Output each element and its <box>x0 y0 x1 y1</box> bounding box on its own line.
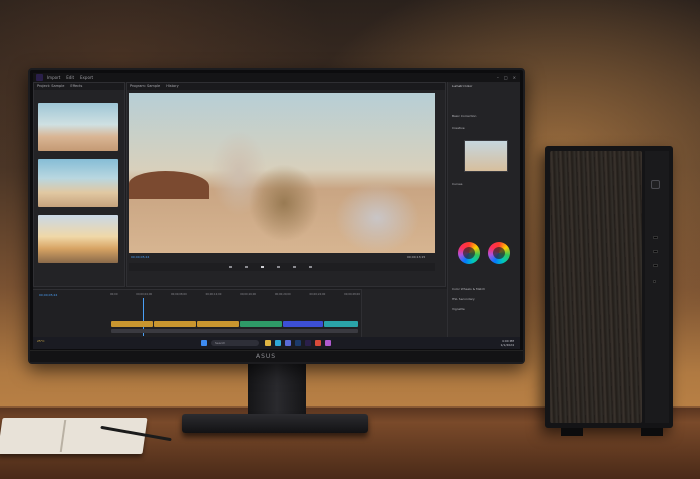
menu-item-import[interactable]: Import <box>47 75 60 80</box>
app-menu: Import Edit Export <box>47 75 93 80</box>
tab-project[interactable]: Project: Sample <box>37 84 64 89</box>
lumetri-row-vignette[interactable]: Vignette <box>452 307 465 311</box>
ruler-tick: 00;00;16;00 <box>240 293 257 296</box>
tab-history[interactable]: History <box>166 84 178 89</box>
timeline-clip-2[interactable] <box>154 321 196 327</box>
windows-taskbar: 25°C Search 4:00 PM 1/1/2024 <box>33 337 520 349</box>
timeline-audio-track[interactable] <box>111 329 358 333</box>
project-panel: Project: Sample Effects <box>33 82 125 287</box>
play-icon[interactable] <box>261 266 264 268</box>
store-icon[interactable] <box>285 340 291 346</box>
maximize-icon[interactable]: □ <box>504 75 508 80</box>
weather-widget[interactable]: 25°C <box>37 339 44 343</box>
lumetri-scopes-panel <box>361 289 447 337</box>
program-monitor-panel: Program: Sample History 00;00;05;24 00;0… <box>126 82 446 287</box>
monitor-stand-neck <box>248 364 306 418</box>
tower-foot-right <box>641 428 663 436</box>
file-explorer-icon[interactable] <box>265 340 271 346</box>
chrome-icon[interactable] <box>315 340 321 346</box>
minimize-icon[interactable]: – <box>497 75 499 80</box>
mark-out-icon[interactable] <box>293 266 296 268</box>
start-icon[interactable] <box>201 340 207 346</box>
timeline-clip-1[interactable] <box>111 321 153 327</box>
photoshop-icon[interactable] <box>295 340 301 346</box>
video-hill <box>129 171 209 199</box>
lumetri-color-panel: Lumetri Color Basic Correction Creative … <box>447 82 520 337</box>
creative-look-preview <box>464 140 508 172</box>
lumetri-row-curves[interactable]: Curves <box>452 182 462 186</box>
monitor-chin: ASUS <box>30 350 523 362</box>
ruler-tick: 00;00;08;00 <box>170 293 187 296</box>
desktop-tower <box>545 146 673 428</box>
timeline-timecode: 00;00;05;24 <box>39 293 58 297</box>
premiere-icon[interactable] <box>305 340 311 346</box>
taskbar-clock[interactable]: 4:00 PM 1/1/2024 <box>501 339 514 347</box>
close-icon[interactable]: × <box>513 75 516 80</box>
asus-logo: ASUS <box>256 353 277 360</box>
clip-thumbnail-2[interactable] <box>38 159 118 207</box>
timeline-clip-3[interactable] <box>197 321 239 327</box>
usb-port <box>653 250 658 253</box>
notebook <box>0 418 148 454</box>
usb-port <box>653 236 658 239</box>
lumetri-row-basic[interactable]: Basic Correction <box>452 114 476 118</box>
premiere-logo-icon <box>36 74 43 81</box>
ruler-tick: 00;00;12;00 <box>205 293 222 296</box>
ruler-tick: 00;00;20;00 <box>274 293 291 296</box>
highlight-tint-wheel[interactable] <box>488 242 510 264</box>
lumetri-row-creative[interactable]: Creative <box>452 126 465 130</box>
hue-vs-saturation-wheel[interactable] <box>458 242 480 264</box>
viewer-timecode-right: 00;00;13;15 <box>407 255 426 259</box>
clip-thumbnail-1[interactable] <box>38 103 118 151</box>
ruler-tick: 00;00;28;00 <box>344 293 360 296</box>
clock-date: 1/1/2024 <box>500 343 514 347</box>
taskbar-search-input[interactable]: Search <box>211 340 259 346</box>
ruler-tick: 00;00;04;00 <box>136 293 153 296</box>
timeline-panel: 00;00;05;24 00;00 00;00;04;00 00;00;08;0… <box>33 289 361 337</box>
window-controls: – □ × <box>497 75 516 80</box>
notebook-spine <box>59 420 67 452</box>
timeline-clip-5[interactable] <box>283 321 323 327</box>
edge-icon[interactable] <box>275 340 281 346</box>
tower-foot-left <box>561 428 583 436</box>
step-back-icon[interactable] <box>245 266 248 268</box>
tower-io-panel <box>645 151 669 423</box>
monitor-screen: Import Edit Export – □ × Project: Sample… <box>33 73 520 349</box>
viewer-timecode-left: 00;00;05;24 <box>131 255 150 259</box>
lumetri-row-hsl[interactable]: HSL Secondary <box>452 297 475 301</box>
project-panel-tabs: Project: Sample Effects <box>34 83 124 90</box>
tower-wood-panel <box>550 151 642 423</box>
transport-controls <box>129 263 435 271</box>
lumetri-row-color-wheels[interactable]: Color Wheels & Match <box>452 287 485 291</box>
step-forward-icon[interactable] <box>277 266 280 268</box>
audio-jack <box>653 280 656 283</box>
timeline-clip-4[interactable] <box>240 321 282 327</box>
usb-port <box>653 264 658 267</box>
tab-program[interactable]: Program: Sample <box>130 84 160 89</box>
export-frame-icon[interactable] <box>309 266 312 268</box>
clip-thumbnail-3[interactable] <box>38 215 118 263</box>
tab-effects[interactable]: Effects <box>70 84 82 89</box>
app-icon[interactable] <box>325 340 331 346</box>
timeline-clip-6[interactable] <box>324 321 358 327</box>
app-titlebar: Import Edit Export – □ × <box>33 73 520 82</box>
menu-item-edit[interactable]: Edit <box>66 75 74 80</box>
ruler-tick: 00;00;24;00 <box>309 293 326 296</box>
ruler-tick: 00;00 <box>110 293 118 296</box>
power-button-icon[interactable] <box>651 180 660 189</box>
lumetri-header: Lumetri Color <box>452 84 473 88</box>
monitor-stand-base <box>182 414 368 433</box>
timeline-ruler: 00;00 00;00;04;00 00;00;08;00 00;00;12;0… <box>110 293 360 298</box>
program-monitor-tabs: Program: Sample History <box>127 83 445 90</box>
menu-item-export[interactable]: Export <box>80 75 93 80</box>
mark-in-icon[interactable] <box>229 266 232 268</box>
video-frame-family-with-dog <box>129 93 435 253</box>
monitor: Import Edit Export – □ × Project: Sample… <box>28 68 525 364</box>
